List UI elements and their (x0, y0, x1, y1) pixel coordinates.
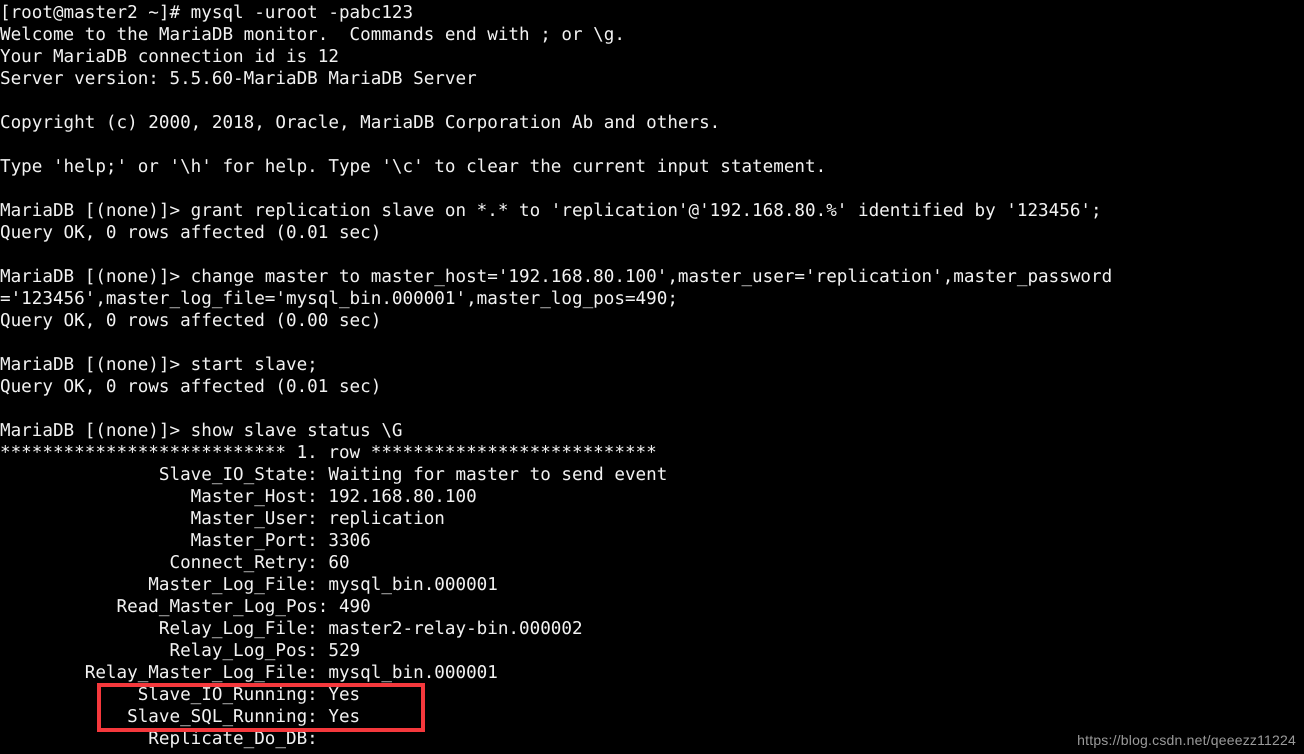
terminal-line: MariaDB [(none)]> grant replication slav… (0, 201, 1102, 221)
terminal-output: [root@master2 ~]# mysql -uroot -pabc123 W… (0, 0, 1304, 750)
terminal-line: [root@master2 ~]# mysql -uroot -pabc123 (0, 3, 414, 23)
terminal-line: MariaDB [(none)]> start slave; (0, 355, 318, 375)
terminal-line: MariaDB [(none)]> change master to maste… (0, 267, 1113, 287)
terminal-line: Read_Master_Log_Pos: 490 (0, 597, 371, 617)
terminal-line: MariaDB [(none)]> show slave status \G (0, 421, 403, 441)
terminal-line: Master_User: replication (0, 509, 445, 529)
terminal-line: Query OK, 0 rows affected (0.00 sec) (0, 311, 382, 331)
terminal-line: Connect_Retry: 60 (0, 553, 350, 573)
terminal-line: Slave_IO_State: Waiting for master to se… (0, 465, 668, 485)
terminal-line: Server version: 5.5.60-MariaDB MariaDB S… (0, 69, 477, 89)
terminal-line: Query OK, 0 rows affected (0.01 sec) (0, 377, 382, 397)
terminal-line: *************************** 1. row *****… (0, 443, 657, 463)
terminal-line: Query OK, 0 rows affected (0.01 sec) (0, 223, 382, 243)
terminal-line: Welcome to the MariaDB monitor. Commands… (0, 25, 625, 45)
terminal-line: Master_Host: 192.168.80.100 (0, 487, 477, 507)
terminal-line: Copyright (c) 2000, 2018, Oracle, MariaD… (0, 113, 721, 133)
terminal-line: Master_Log_File: mysql_bin.000001 (0, 575, 498, 595)
terminal-line: Relay_Log_File: master2-relay-bin.000002 (0, 619, 583, 639)
watermark-text: https://blog.csdn.net/qeeezz11224 (1077, 732, 1296, 748)
terminal-line: Type 'help;' or '\h' for help. Type '\c'… (0, 157, 827, 177)
terminal-line: Master_Port: 3306 (0, 531, 371, 551)
terminal-window[interactable]: [root@master2 ~]# mysql -uroot -pabc123 W… (0, 0, 1304, 754)
terminal-line: ='123456',master_log_file='mysql_bin.000… (0, 289, 678, 309)
terminal-line: Relay_Master_Log_File: mysql_bin.000001 (0, 663, 498, 683)
terminal-line: Relay_Log_Pos: 529 (0, 641, 361, 661)
terminal-line: Your MariaDB connection id is 12 (0, 47, 339, 67)
terminal-line: Slave_IO_Running: Yes (0, 685, 361, 705)
terminal-line: Slave_SQL_Running: Yes (0, 707, 361, 727)
